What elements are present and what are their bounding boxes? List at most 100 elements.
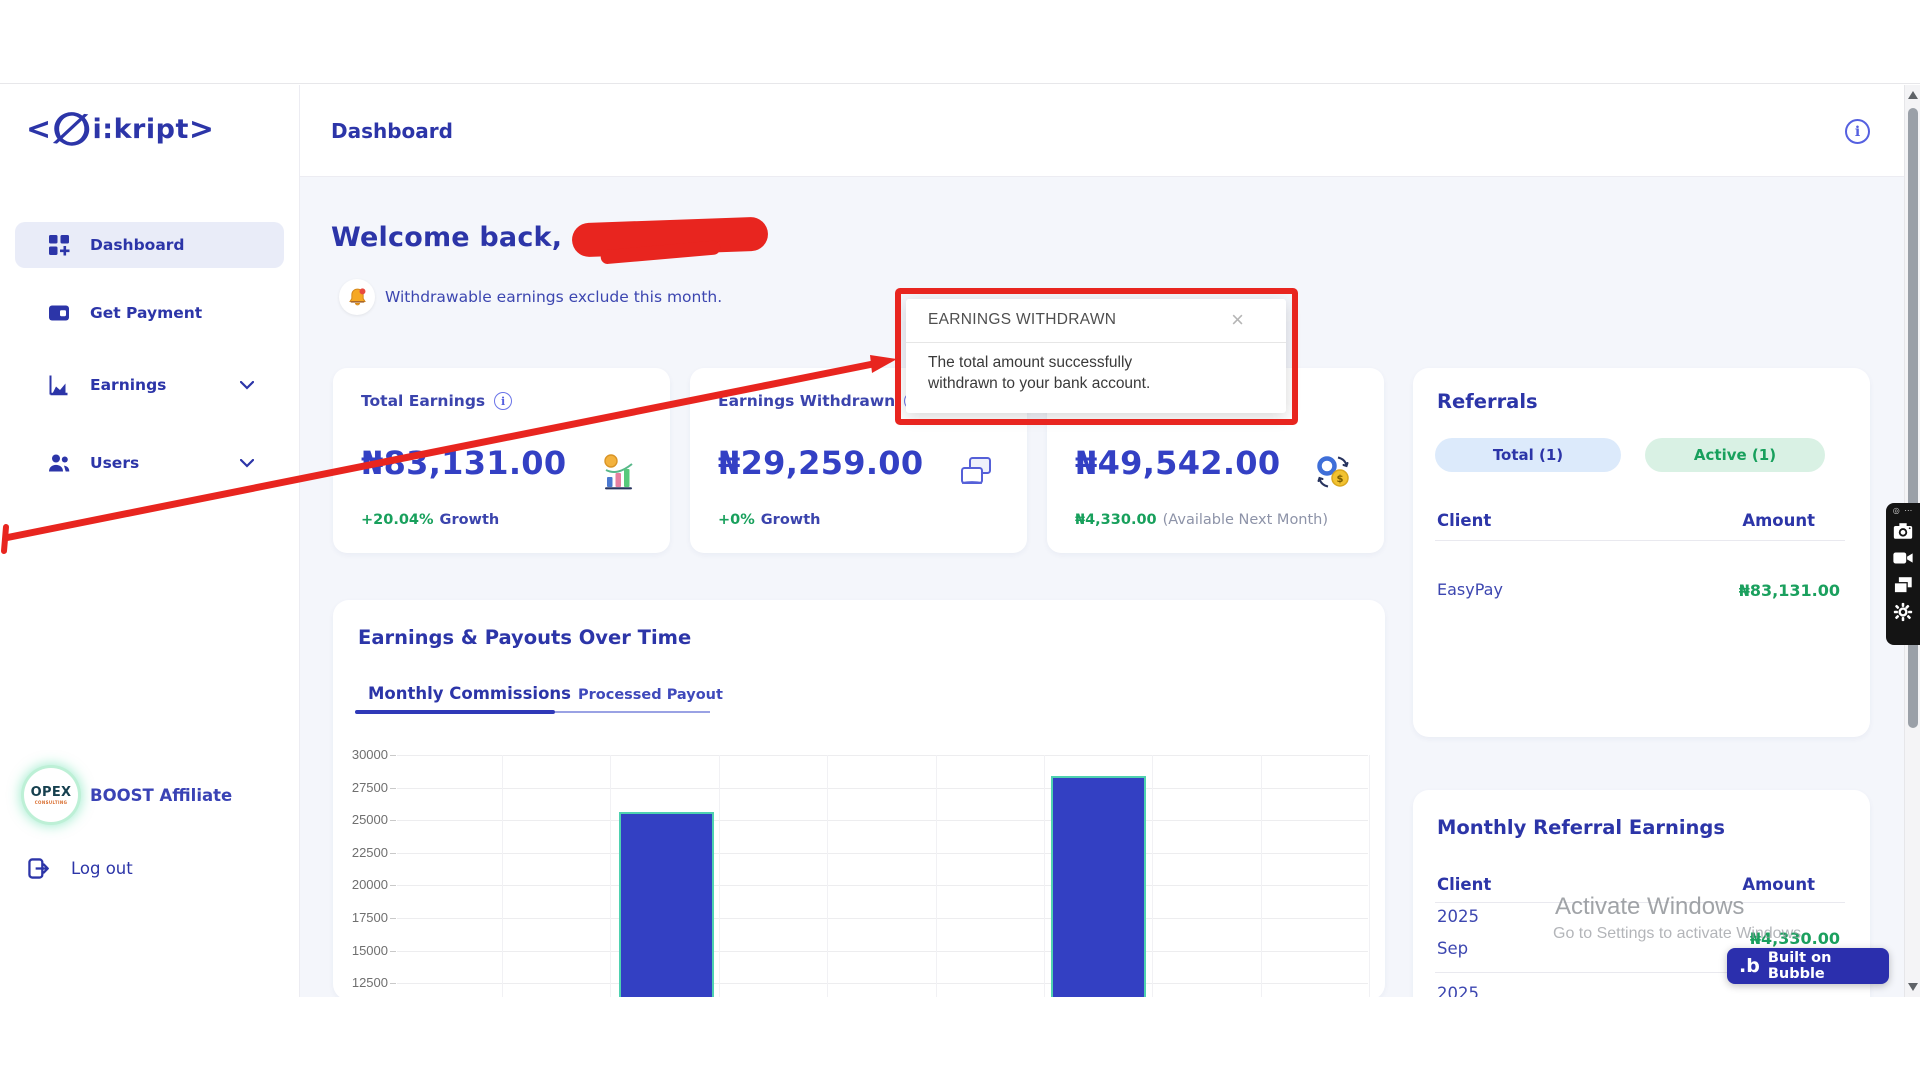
earnings-withdrawn-tooltip: EARNINGS WITHDRAWN × The total amount su… <box>906 299 1286 413</box>
monthly-referrals-title: Monthly Referral Earnings <box>1437 816 1725 839</box>
activate-windows-watermark-sub: Go to Settings to activate Windows <box>1553 925 1801 943</box>
vertical-gridline <box>1261 755 1262 997</box>
bubble-logo-icon: .b <box>1739 957 1760 976</box>
y-axis-tick-mark <box>390 788 396 789</box>
referrals-panel: Referrals Total (1) Active (1) Client Am… <box>1413 368 1870 737</box>
column-amount: Amount <box>1742 875 1815 894</box>
referrals-total-pill[interactable]: Total (1) <box>1435 438 1621 472</box>
withdrawable-earnings-value: ₦49,542.00 <box>1075 444 1280 482</box>
y-axis-tick-mark <box>390 885 396 886</box>
sidebar-item-label: Get Payment <box>90 304 202 322</box>
sidebar-item-label: Earnings <box>90 376 166 394</box>
chevron-down-icon[interactable] <box>240 459 254 468</box>
y-axis-tick-mark <box>390 918 396 919</box>
built-on-bubble-badge[interactable]: .b Built on Bubble <box>1727 948 1889 984</box>
y-axis-tick-mark <box>390 983 396 984</box>
tooltip-body: The total amount successfully withdrawn … <box>928 352 1150 394</box>
logout-icon <box>28 858 49 879</box>
scrollbar-up-arrow-icon[interactable] <box>1908 91 1918 99</box>
vertical-gridline <box>827 755 828 997</box>
opex-logo: OPEX CONSULTING <box>24 768 78 822</box>
y-axis-tick-label: 30000 <box>341 747 388 762</box>
available-label: (Available Next Month) <box>1163 512 1328 528</box>
toolbar-more-icon[interactable]: ◎ ⋯ <box>1893 506 1914 515</box>
total-earnings-card: Total Earnings i ₦83,131.00 +20.04%Growt… <box>333 368 670 553</box>
bubble-badge-label: Built on Bubble <box>1768 950 1889 982</box>
horizontal-gridline <box>397 885 1368 886</box>
period-month: Sep <box>1437 939 1468 958</box>
y-axis-tick-mark <box>390 755 396 756</box>
horizontal-gridline <box>397 983 1368 984</box>
analytics-bars-icon <box>600 453 638 491</box>
referrals-active-pill[interactable]: Active (1) <box>1645 438 1825 472</box>
growth-value: +0% <box>718 512 755 528</box>
horizontal-gridline <box>397 853 1368 854</box>
withdrawable-notice: Withdrawable earnings exclude this month… <box>385 288 722 306</box>
dashboard-grid-icon <box>48 234 70 256</box>
y-axis-tick-mark <box>390 853 396 854</box>
close-icon[interactable]: × <box>1231 307 1244 333</box>
column-client: Client <box>1437 875 1491 894</box>
growth-line: +20.04% Growth <box>361 512 499 528</box>
earnings-chart-icon <box>48 374 70 396</box>
period-year: 2025 <box>1437 907 1479 926</box>
window-capture-icon[interactable] <box>1892 574 1914 596</box>
sidebar-item-users[interactable]: Users <box>15 440 284 486</box>
page-title: Dashboard <box>331 119 453 143</box>
logo-open-bracket: < <box>26 112 51 147</box>
info-icon[interactable]: i <box>494 392 512 410</box>
sidebar-item-dashboard[interactable]: Dashboard <box>15 222 284 268</box>
logout-label: Log out <box>71 859 133 878</box>
y-axis-tick-label: 25000 <box>341 812 388 827</box>
vertical-gridline <box>502 755 503 997</box>
table-divider <box>1435 540 1845 541</box>
y-axis-tick-mark <box>390 951 396 952</box>
y-axis-tick-label: 20000 <box>341 877 388 892</box>
vertical-gridline <box>1369 755 1370 997</box>
screen-capture-toolbar[interactable]: ◎ ⋯ <box>1886 503 1920 645</box>
scrollbar-down-arrow-icon[interactable] <box>1908 983 1918 991</box>
affiliate-badge: OPEX CONSULTING BOOST Affiliate <box>24 768 232 822</box>
sidebar-item-earnings[interactable]: Earnings <box>15 362 284 408</box>
sidebar-item-get-payment[interactable]: Get Payment <box>15 290 284 336</box>
y-axis-tick-label: 12500 <box>341 975 388 990</box>
horizontal-gridline <box>397 788 1368 789</box>
y-axis-tick-label: 27500 <box>341 780 388 795</box>
growth-label: Growth <box>440 512 500 528</box>
growth-value: +20.04% <box>361 512 434 528</box>
vertical-gridline <box>719 755 720 997</box>
top-strip <box>0 0 1920 84</box>
growth-line: +0%Growth <box>718 512 820 528</box>
redacted-username <box>572 217 769 258</box>
page: < ∅ i:kript > Dashboard Get Payment Earn… <box>0 0 1920 1080</box>
tooltip-divider <box>906 342 1286 343</box>
payment-card-icon <box>48 302 70 324</box>
bell-icon <box>339 279 375 315</box>
tooltip-body-line1: The total amount successfully <box>928 352 1150 373</box>
vertical-gridline <box>1044 755 1045 997</box>
header-bar <box>300 85 1920 177</box>
card-title: Total Earnings <box>361 392 485 410</box>
gear-icon[interactable] <box>1892 601 1914 623</box>
affiliate-label: BOOST Affiliate <box>90 786 232 805</box>
vertical-gridline <box>1152 755 1153 997</box>
video-camera-icon[interactable] <box>1892 547 1914 569</box>
vertical-gridline <box>610 755 611 997</box>
opex-logo-text: OPEX <box>31 785 72 800</box>
horizontal-gridline <box>397 755 1368 756</box>
logo-text: i:kript <box>93 114 189 145</box>
logout-button[interactable]: Log out <box>28 858 133 879</box>
header-info-icon[interactable]: i <box>1845 119 1870 144</box>
app-logo[interactable]: < ∅ i:kript > <box>26 100 214 158</box>
logo-symbol-icon: ∅ <box>49 103 94 154</box>
sidebar-item-label: Dashboard <box>90 236 185 254</box>
camera-icon[interactable] <box>1892 520 1914 542</box>
y-axis-tick-mark <box>390 820 396 821</box>
referrals-title: Referrals <box>1437 390 1538 413</box>
notice-row: Withdrawable earnings exclude this month… <box>339 279 722 315</box>
sidebar-item-label: Users <box>90 454 139 472</box>
chevron-down-icon[interactable] <box>240 381 254 390</box>
tooltip-title: EARNINGS WITHDRAWN <box>928 311 1116 329</box>
y-axis-tick-label: 17500 <box>341 910 388 925</box>
referral-client[interactable]: EasyPay <box>1437 580 1503 599</box>
